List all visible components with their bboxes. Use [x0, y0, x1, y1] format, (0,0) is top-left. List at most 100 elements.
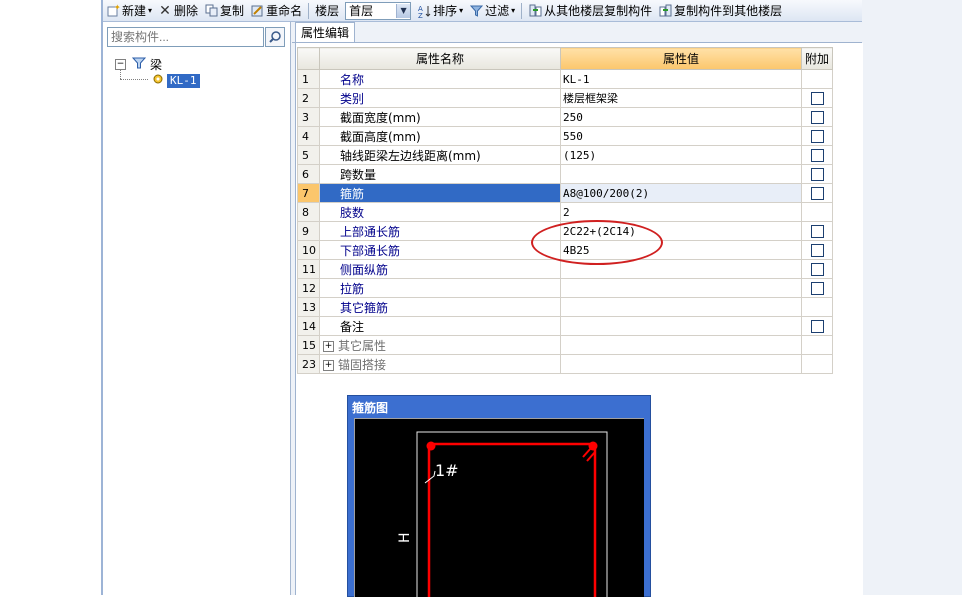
search-button[interactable]: [265, 27, 285, 47]
property-group[interactable]: + 其它属性: [319, 335, 561, 355]
extra-cell: [801, 221, 833, 241]
filter-button[interactable]: 过滤 ▾: [466, 1, 518, 20]
table-row-group[interactable]: 23 + 锚固搭接: [297, 354, 833, 374]
extra-checkbox[interactable]: [810, 282, 824, 295]
property-value[interactable]: 250: [560, 107, 802, 127]
table-row[interactable]: 1 名称 KL-1: [297, 69, 833, 89]
extra-cell: [801, 297, 833, 317]
floor-label: 楼层: [315, 4, 340, 18]
collapse-icon[interactable]: −: [115, 59, 126, 70]
table-row[interactable]: 13 其它箍筋: [297, 297, 833, 317]
extra-checkbox[interactable]: [810, 92, 824, 105]
extra-cell: [801, 69, 833, 89]
property-value[interactable]: A8@100/200(2): [560, 183, 802, 203]
chevron-down-icon: ▾: [511, 6, 516, 15]
row-number-header: [297, 47, 320, 70]
extra-checkbox[interactable]: [810, 263, 824, 276]
property-name: 备注: [319, 316, 561, 336]
stirrup-canvas: 1# H: [354, 418, 644, 600]
floor-select-value: 首层: [349, 4, 374, 18]
extra-cell: [801, 278, 833, 298]
property-value[interactable]: [560, 297, 802, 317]
column-header-extra[interactable]: 附加: [801, 47, 833, 70]
table-row-selected[interactable]: 7 箍筋 A8@100/200(2): [297, 183, 833, 203]
expand-icon[interactable]: +: [323, 359, 334, 371]
property-group[interactable]: + 锚固搭接: [319, 354, 561, 374]
copy-from-floor-label: 从其他楼层复制构件: [544, 4, 653, 18]
rename-label: 重命名: [266, 4, 303, 18]
property-value[interactable]: [560, 278, 802, 298]
copy-button[interactable]: 复制: [201, 1, 247, 20]
extra-cell: [801, 354, 833, 374]
table-row[interactable]: 14 备注: [297, 316, 833, 336]
table-row[interactable]: 4 截面高度(mm) 550: [297, 126, 833, 146]
stirrup-drawing: 1# H: [397, 431, 608, 600]
delete-label: 删除: [174, 4, 199, 18]
bar-label: 1#: [435, 461, 459, 480]
expand-icon[interactable]: +: [323, 340, 334, 352]
property-value[interactable]: 550: [560, 126, 802, 146]
extra-checkbox[interactable]: [810, 130, 824, 143]
extra-checkbox[interactable]: [810, 225, 824, 238]
property-value[interactable]: KL-1: [560, 69, 802, 89]
extra-checkbox[interactable]: [810, 320, 824, 333]
copy-to-floor-button[interactable]: 复制构件到其他楼层: [655, 1, 785, 20]
column-header-value[interactable]: 属性值: [560, 47, 802, 70]
tab-property-editor[interactable]: 属性编辑: [295, 22, 355, 43]
row-number: 10: [297, 240, 320, 260]
toolbar-divider: [308, 2, 310, 19]
copy-from-floor-button[interactable]: 从其他楼层复制构件: [525, 1, 655, 20]
sort-button[interactable]: AZ 排序 ▾: [414, 1, 466, 20]
property-name: 轴线距梁左边线距离(mm): [319, 145, 561, 165]
property-name: 箍筋: [319, 183, 561, 203]
property-name: 上部通长筋: [319, 221, 561, 241]
copy-label: 复制: [220, 4, 245, 18]
extra-checkbox[interactable]: [810, 149, 824, 162]
row-number: 8: [297, 202, 320, 222]
table-row-group[interactable]: 15 + 其它属性: [297, 335, 833, 355]
floor-select[interactable]: 首层 ▼: [345, 1, 412, 20]
table-row[interactable]: 12 拉筋: [297, 278, 833, 298]
row-number: 12: [297, 278, 320, 298]
table-row[interactable]: 8 肢数 2: [297, 202, 833, 222]
chevron-down-icon[interactable]: ▼: [396, 3, 411, 18]
extra-checkbox[interactable]: [810, 244, 824, 257]
rename-button[interactable]: 重命名: [247, 1, 305, 20]
annotation-ellipse: [531, 220, 663, 265]
column-header-name[interactable]: 属性名称: [319, 47, 561, 70]
extra-cell: [801, 183, 833, 203]
property-value[interactable]: [560, 316, 802, 336]
table-row[interactable]: 2 类别 楼层框架梁: [297, 88, 833, 108]
dimension-label: H: [397, 532, 413, 543]
tree-node-kl-1[interactable]: KL-1: [152, 73, 200, 88]
property-name: 下部通长筋: [319, 240, 561, 260]
rebar-dot: [426, 441, 436, 451]
search-input[interactable]: [107, 27, 264, 47]
tree-node-beam[interactable]: − 梁: [115, 56, 162, 73]
tree-node-label: 梁: [150, 58, 163, 72]
extra-cell: [801, 259, 833, 279]
property-value[interactable]: 楼层框架梁: [560, 88, 802, 108]
grid-header-row: 属性名称 属性值 附加: [297, 47, 833, 70]
extra-checkbox[interactable]: [810, 187, 824, 200]
row-number: 15: [297, 335, 320, 355]
new-button[interactable]: ✦ 新建 ▾: [103, 1, 155, 20]
toolbar-divider: [521, 2, 523, 19]
property-value[interactable]: [560, 164, 802, 184]
search-icon: [269, 31, 281, 43]
extra-checkbox[interactable]: [810, 168, 824, 181]
extra-checkbox[interactable]: [810, 111, 824, 124]
property-value[interactable]: (125): [560, 145, 802, 165]
table-row[interactable]: 3 截面宽度(mm) 250: [297, 107, 833, 127]
table-row[interactable]: 5 轴线距梁左边线距离(mm) (125): [297, 145, 833, 165]
filter-label: 过滤: [485, 4, 510, 18]
extra-cell: [801, 126, 833, 146]
chevron-down-icon: ▾: [459, 6, 464, 15]
table-row[interactable]: 6 跨数量: [297, 164, 833, 184]
property-value[interactable]: 2: [560, 202, 802, 222]
extra-cell: [801, 335, 833, 355]
extra-cell: [801, 88, 833, 108]
property-name: 截面高度(mm): [319, 126, 561, 146]
delete-button[interactable]: ✕ 删除: [155, 1, 201, 20]
row-number: 4: [297, 126, 320, 146]
